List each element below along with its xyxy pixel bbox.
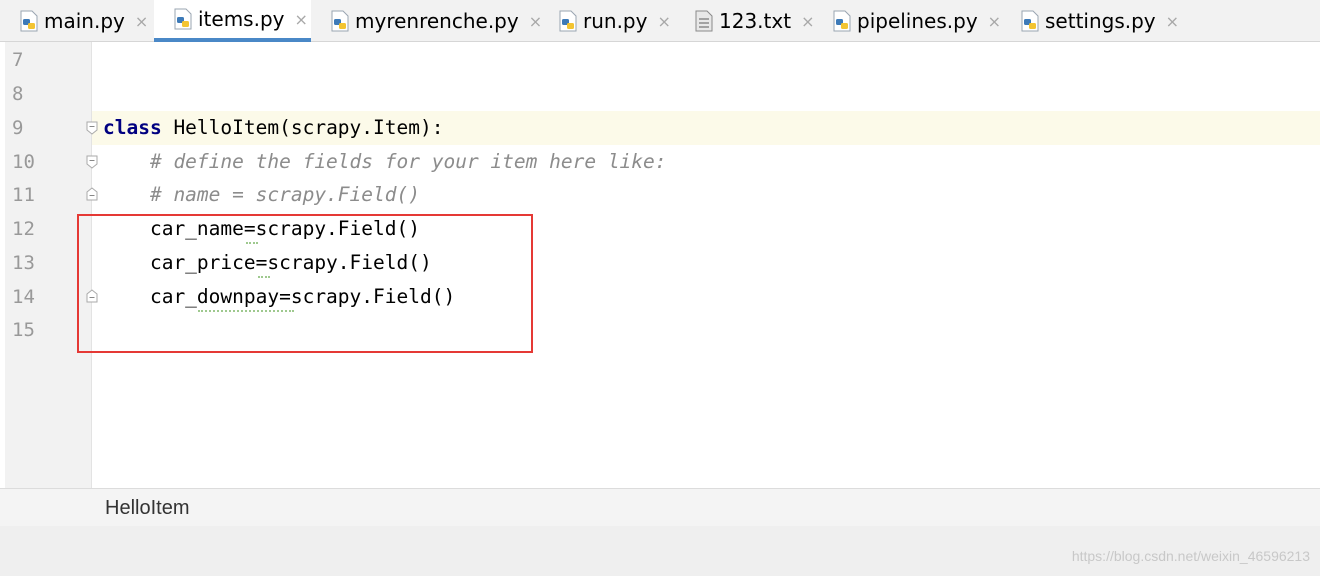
breadcrumb: HelloItem xyxy=(0,488,1320,526)
line-number: 10 xyxy=(12,151,35,173)
python-file-icon xyxy=(174,8,192,30)
line-number: 15 xyxy=(12,319,35,341)
tab-items-py[interactable]: items.py × xyxy=(154,0,311,42)
keyword-class: class xyxy=(103,116,162,139)
tab-label: run.py xyxy=(583,9,648,33)
python-file-icon xyxy=(20,10,38,32)
fold-end-icon[interactable] xyxy=(86,187,98,201)
fold-collapse-icon[interactable] xyxy=(86,155,98,169)
python-file-icon xyxy=(559,10,577,32)
code-line-9: class HelloItem(scrapy.Item): xyxy=(103,116,443,139)
line-number: 8 xyxy=(12,83,24,105)
line-number: 11 xyxy=(12,184,35,206)
editor-tab-bar: main.py × items.py × myrenrenche.py × ru… xyxy=(0,0,1320,42)
close-icon[interactable]: × xyxy=(135,12,148,31)
watermark-text: https://blog.csdn.net/weixin_46596213 xyxy=(1071,548,1310,564)
tab-label: pipelines.py xyxy=(857,9,978,33)
red-annotation-box xyxy=(77,214,533,353)
python-file-icon xyxy=(833,10,851,32)
line-number: 7 xyxy=(12,49,24,71)
python-file-icon xyxy=(331,10,349,32)
tab-settings-py[interactable]: settings.py × xyxy=(1001,0,1181,42)
tab-label: items.py xyxy=(198,7,285,31)
tab-label: main.py xyxy=(44,9,125,33)
gutter-edge xyxy=(0,42,5,488)
tab-main-py[interactable]: main.py × xyxy=(0,0,154,42)
close-icon[interactable]: × xyxy=(988,12,1001,31)
line-number: 14 xyxy=(12,286,35,308)
python-file-icon xyxy=(1021,10,1039,32)
tab-123-txt[interactable]: 123.txt × xyxy=(675,0,814,42)
line-number: 9 xyxy=(12,117,24,139)
breadcrumb-item-helloitem[interactable]: HelloItem xyxy=(105,497,189,520)
tab-label: settings.py xyxy=(1045,9,1156,33)
tab-run-py[interactable]: run.py × xyxy=(539,0,675,42)
text-file-icon xyxy=(695,10,713,32)
tab-label: myrenrenche.py xyxy=(355,9,519,33)
fold-collapse-icon[interactable] xyxy=(86,121,98,135)
tab-myrenrenche-py[interactable]: myrenrenche.py × xyxy=(311,0,542,42)
line-number: 13 xyxy=(12,252,35,274)
code-line-10: # define the fields for your item here l… xyxy=(103,150,667,173)
close-icon[interactable]: × xyxy=(1166,12,1179,31)
class-declaration: HelloItem(scrapy.Item): xyxy=(161,116,444,139)
tab-label: 123.txt xyxy=(719,9,792,33)
close-icon[interactable]: × xyxy=(295,10,308,29)
line-number: 12 xyxy=(12,218,35,240)
tab-pipelines-py[interactable]: pipelines.py × xyxy=(813,0,1001,42)
close-icon[interactable]: × xyxy=(657,12,670,31)
code-line-11: # name = scrapy.Field() xyxy=(103,183,420,206)
